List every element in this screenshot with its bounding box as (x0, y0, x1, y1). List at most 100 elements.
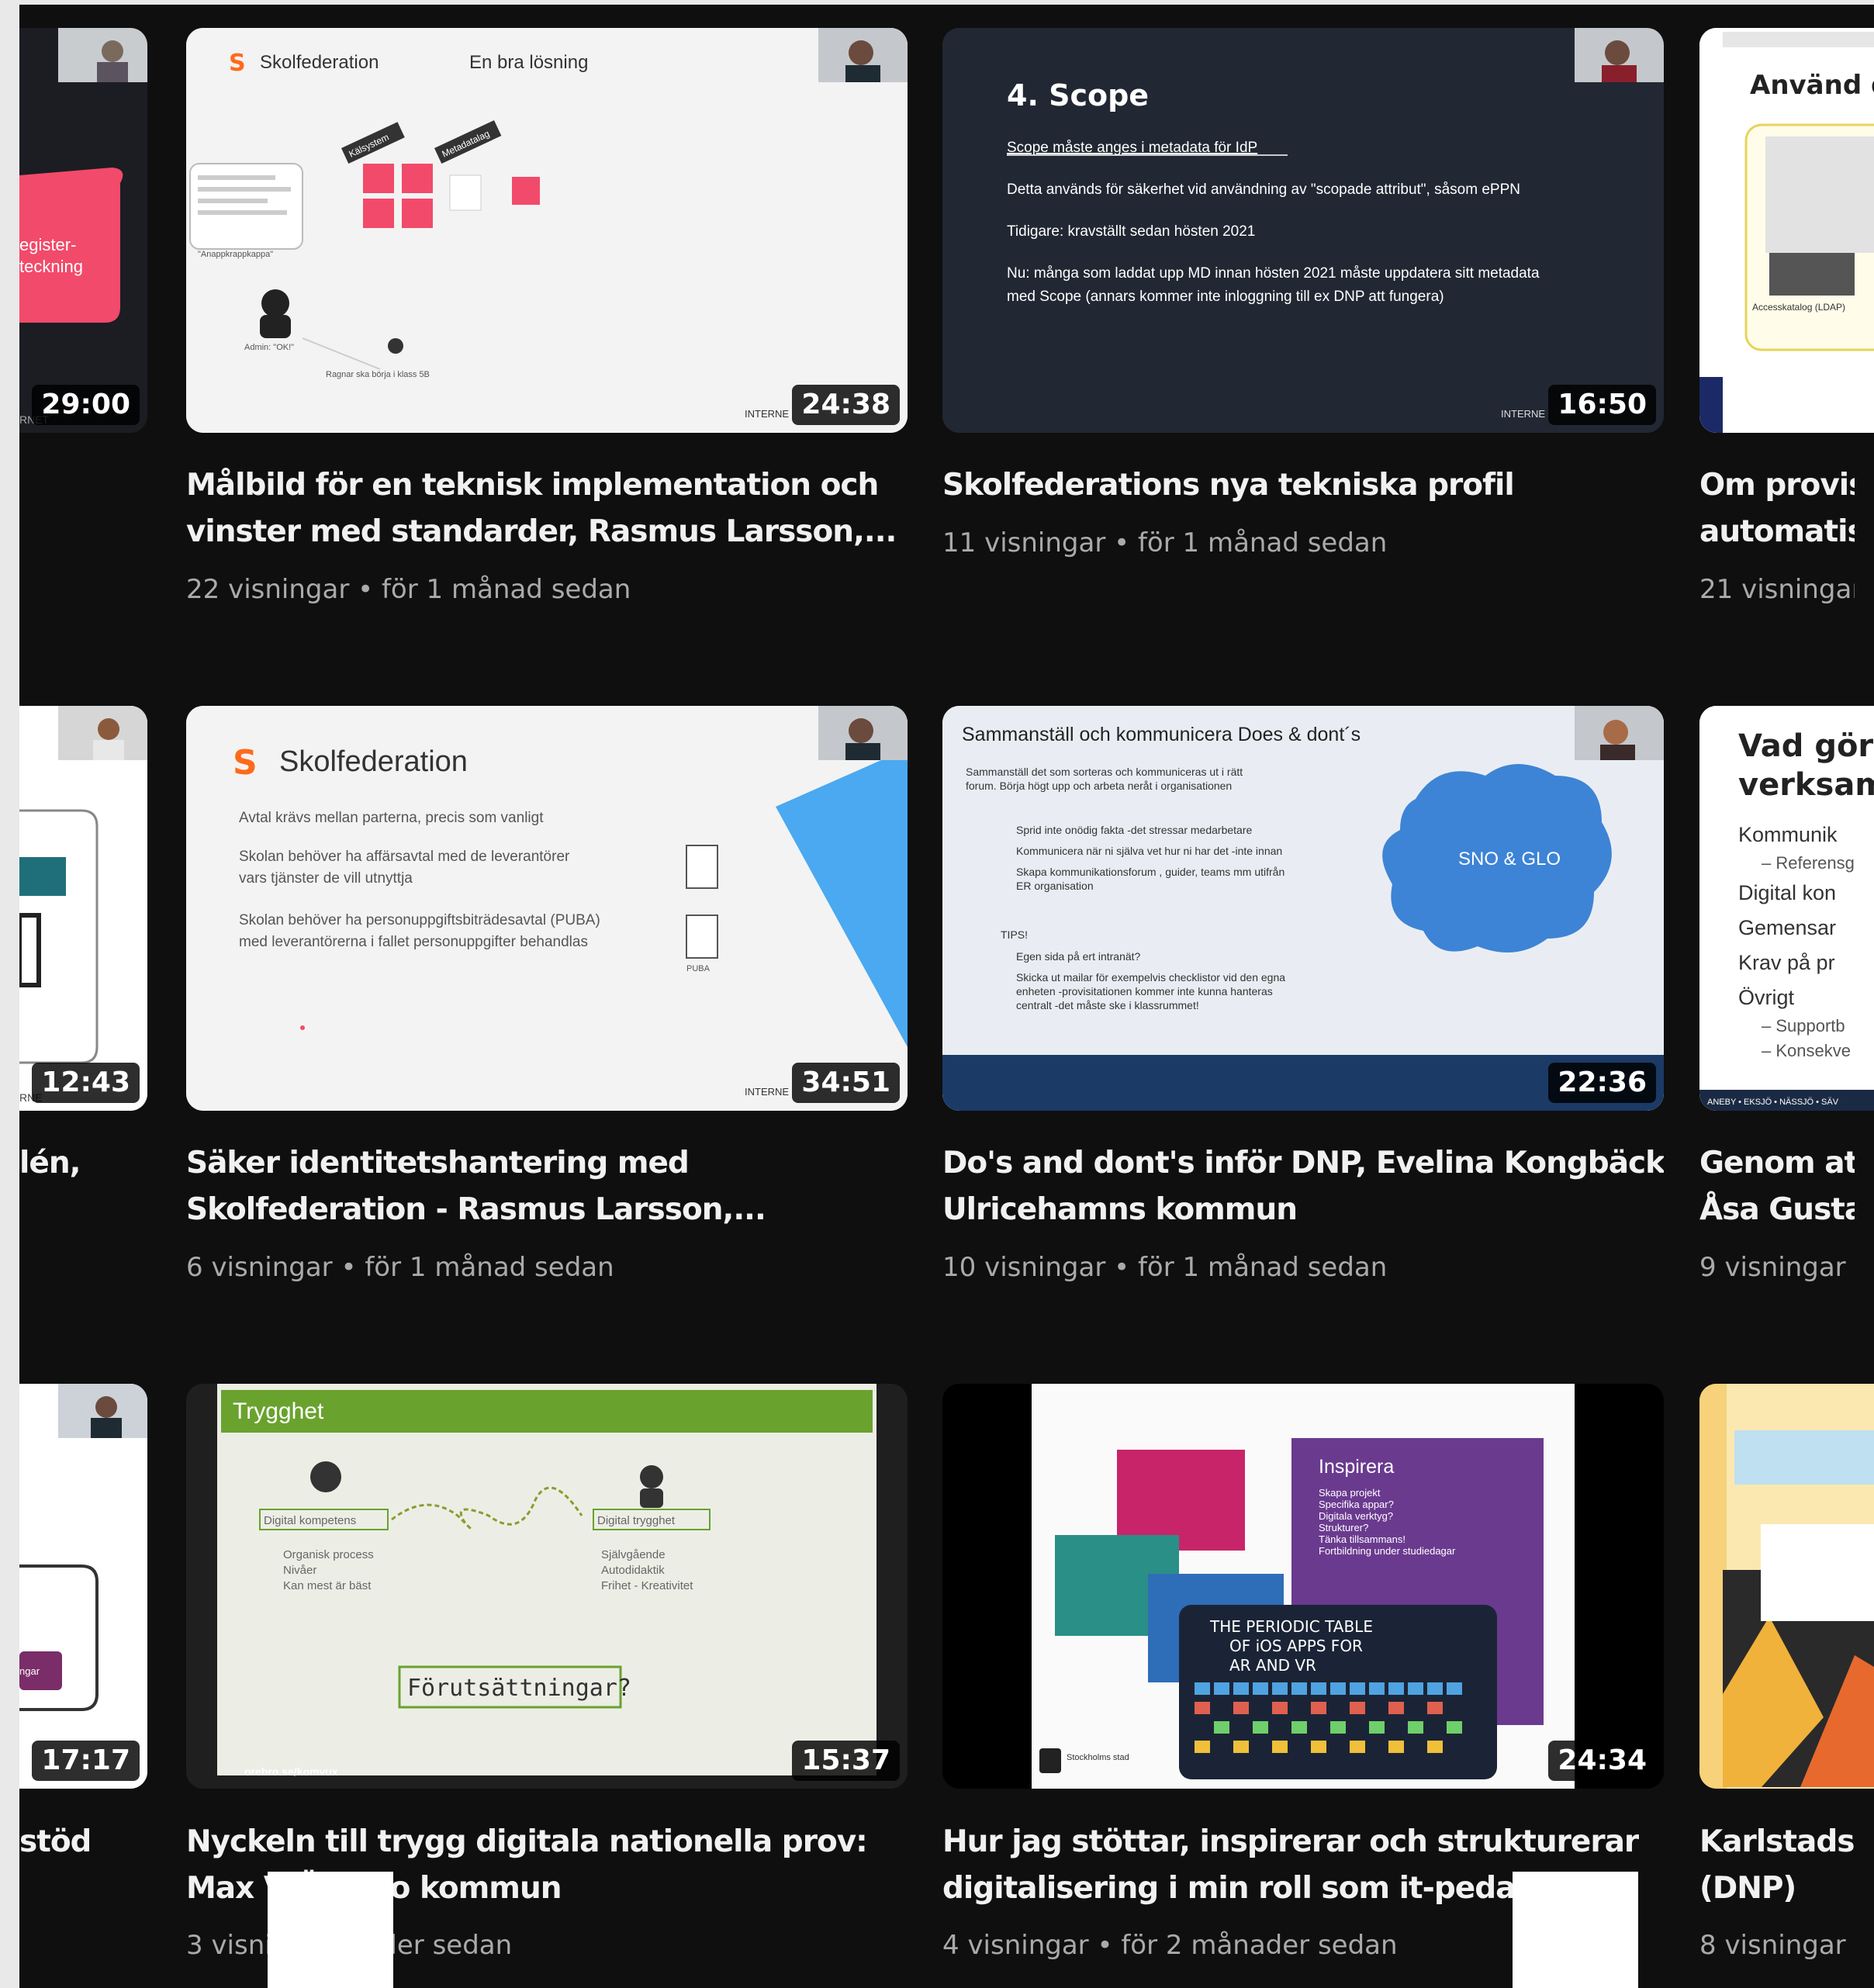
svg-text:teckning: teckning (19, 257, 83, 276)
svg-text:centralt -det måste ske i klas: centralt -det måste ske i klassrummet! (1016, 999, 1199, 1011)
video-thumbnail[interactable]: Trygghet Digital kompetens Digital trygg… (186, 1384, 908, 1789)
svg-text:Tänka tillsammans!: Tänka tillsammans! (1319, 1533, 1406, 1545)
admin-icon (261, 289, 289, 317)
video-title[interactable]: Genom att jÅsa Gustavs (1699, 1140, 1855, 1233)
video-meta: 9 visningar • f (1699, 1252, 1855, 1283)
svg-text:Admin: "OK!": Admin: "OK!" (244, 343, 294, 352)
video-title[interactable]: Do's and dont's inför DNP, Evelina Kongb… (942, 1140, 1664, 1233)
svg-text:Avtal krävs mellan parterna, p: Avtal krävs mellan parterna, precis som … (239, 810, 544, 826)
svg-text:– Konsekve: – Konsekve (1762, 1041, 1851, 1060)
video-thumbnail[interactable]: Vad gör verksam Kommunik – Referensg Dig… (1699, 706, 1874, 1111)
slide-preview: RNE (19, 706, 147, 1111)
video-thumbnail[interactable]: 4. Scope Scope måste anges i metadata fö… (942, 28, 1664, 433)
svg-text:Övrigt: Övrigt (1738, 986, 1795, 1009)
slide-preview: Inspirera Skapa projekt Specifika appar?… (942, 1384, 1664, 1789)
head-icon (310, 1461, 341, 1492)
person-icon (640, 1465, 663, 1488)
svg-text:Strukturer?: Strukturer? (1319, 1522, 1368, 1533)
video-title[interactable]: Skolfederations nya tekniska profil (942, 462, 1664, 509)
svg-text:Förutsättningar?: Förutsättningar? (407, 1675, 631, 1702)
svg-text:Kan mest är bäst: Kan mest är bäst (283, 1579, 372, 1592)
svg-text:med leverantörerna i fallet pe: med leverantörerna i fallet personuppgif… (239, 934, 588, 950)
svg-text:Accesskatalog (LDAP): Accesskatalog (LDAP) (1752, 302, 1845, 313)
skolfederation-logo-icon: S (233, 743, 258, 783)
video-thumbnail[interactable]: Sammanställ och kommunicera Does & dont´… (942, 706, 1664, 1111)
slide-preview: S Skolfederation En bra lösning "Anappkr… (186, 28, 908, 433)
svg-text:Digital kompetens: Digital kompetens (264, 1514, 356, 1527)
svg-text:Skapa projekt: Skapa projekt (1319, 1487, 1381, 1499)
duration-badge: 24:34 (1548, 1741, 1656, 1781)
document-icon (686, 914, 718, 959)
svg-text:Skolfederation: Skolfederation (260, 52, 379, 73)
svg-text:Skolan behöver ha affärsavtal: Skolan behöver ha affärsavtal med de lev… (239, 849, 570, 865)
video-title[interactable]: lén, (19, 1140, 89, 1187)
svg-text:Skolfederation: Skolfederation (279, 745, 468, 778)
video-thumbnail[interactable]: S Skolfederation Avtal krävs mellan part… (186, 706, 908, 1111)
slide-preview: 4. Scope Scope måste anges i metadata fö… (942, 28, 1664, 433)
slide-preview: Använd d Accesskatalog (LDAP) (1699, 28, 1874, 433)
redaction-mask (268, 1872, 393, 1988)
svg-text:OF iOS APPS FOR: OF iOS APPS FOR (1229, 1637, 1363, 1655)
duration-badge: 24:38 (792, 385, 900, 425)
svg-text:ngar: ngar (19, 1665, 40, 1677)
video-title[interactable]: stöd (19, 1819, 89, 1865)
svg-text:Digitala verktyg?: Digitala verktyg? (1319, 1510, 1393, 1522)
video-title[interactable]: Målbild för en teknisk implementation oc… (186, 462, 908, 555)
svg-text:Skapa kommunikationsforum , gu: Skapa kommunikationsforum , guider, team… (1016, 866, 1284, 878)
svg-text:Digital trygghet: Digital trygghet (597, 1514, 676, 1527)
duration-badge: 16:50 (1548, 385, 1656, 425)
svg-text:Trygghet: Trygghet (233, 1399, 324, 1424)
svg-text:SNO & GLO: SNO & GLO (1458, 849, 1561, 870)
scroll-edge[interactable] (0, 0, 19, 1988)
video-title[interactable]: Säker identitetshantering med Skolfederat… (186, 1140, 908, 1233)
svg-text:"Anappkrappkappa": "Anappkrappkappa" (198, 250, 273, 259)
svg-text:enheten -provisitationen komme: enheten -provisitationen kommer inte kun… (1016, 985, 1273, 997)
svg-text:Tidigare: kravställt sedan hös: Tidigare: kravställt sedan hösten 2021 (1007, 223, 1255, 240)
svg-text:Detta används för säkerhet vid: Detta används för säkerhet vid användnin… (1007, 182, 1520, 198)
video-thumbnail[interactable]: RNE 12:43 (19, 706, 147, 1111)
video-meta: 21 visningar • (1699, 574, 1855, 605)
svg-text:4. Scope: 4. Scope (1007, 78, 1149, 112)
student-icon (388, 338, 403, 354)
slide-preview: S Skolfederation Avtal krävs mellan part… (186, 706, 908, 1111)
svg-text:En bra lösning: En bra lösning (469, 52, 588, 73)
svg-text:Organisk process: Organisk process (283, 1548, 374, 1561)
video-thumbnail[interactable]: Använd d Accesskatalog (LDAP) (1699, 28, 1874, 433)
svg-text:vars tjänster de vill utnyttja: vars tjänster de vill utnyttja (239, 870, 413, 887)
svg-text:ER organisation: ER organisation (1016, 880, 1094, 892)
duration-badge: 12:43 (32, 1063, 140, 1103)
svg-text:Gemensar: Gemensar (1738, 916, 1836, 939)
video-thumbnail[interactable]: egister- teckning RNET 29:00 (19, 28, 147, 433)
svg-text:Digital kon: Digital kon (1738, 881, 1836, 904)
duration-badge: 17:17 (32, 1741, 140, 1781)
video-title[interactable]: Om provisioautomatiser (1699, 462, 1855, 555)
video-thumbnail[interactable]: ngar 17:17 (19, 1384, 147, 1789)
svg-text:Frihet - Kreativitet: Frihet - Kreativitet (601, 1579, 693, 1592)
slide-preview: egister- teckning RNET (19, 28, 147, 433)
slide-preview: Sammanställ och kommunicera Does & dont´… (942, 706, 1664, 1111)
svg-text:Sammanställ det som sorteras o: Sammanställ det som sorteras och kommuni… (966, 766, 1243, 778)
svg-text:Sammanställ och kommunicera Do: Sammanställ och kommunicera Does & dont´… (962, 724, 1361, 745)
video-meta: 11 visningar • för 1 månad sedan (942, 527, 1388, 558)
video-title[interactable]: Karlstads vä(DNP) (1699, 1819, 1855, 1912)
svg-text:Krav på pr: Krav på pr (1738, 951, 1835, 974)
svg-text:INTERNE: INTERNE (745, 408, 789, 420)
svg-text:orebro.se/komvux: orebro.se/komvux (244, 1765, 338, 1778)
duration-badge: 34:51 (792, 1063, 900, 1103)
svg-text:INTERNE: INTERNE (745, 1086, 789, 1098)
svg-text:– Supportb: – Supportb (1762, 1016, 1845, 1035)
svg-text:Använd d: Använd d (1750, 70, 1874, 101)
svg-text:Ragnar ska börja i klass 5B: Ragnar ska börja i klass 5B (326, 370, 430, 379)
svg-text:INTERNE: INTERNE (1501, 408, 1545, 420)
svg-text:egister-: egister- (19, 235, 76, 254)
svg-text:Vad gör: Vad gör (1738, 728, 1873, 764)
svg-text:ANEBY • EKSJÖ • NÄSSJÖ • SÄV: ANEBY • EKSJÖ • NÄSSJÖ • SÄV (1707, 1098, 1839, 1107)
svg-text:Kommunicera när ni själva vet: Kommunicera när ni själva vet hur ni har… (1016, 845, 1282, 857)
svg-text:Skolan behöver ha personuppgif: Skolan behöver ha personuppgiftsbiträdes… (239, 912, 600, 928)
svg-text:AR AND VR: AR AND VR (1229, 1656, 1316, 1675)
svg-text:Fortbildning under studiedagar: Fortbildning under studiedagar (1319, 1545, 1456, 1557)
video-thumbnail[interactable]: S Skolfederation En bra lösning "Anappkr… (186, 28, 908, 433)
video-meta: 10 visningar • för 1 månad sedan (942, 1252, 1388, 1283)
video-thumbnail[interactable]: Inspirera Skapa projekt Specifika appar?… (942, 1384, 1664, 1789)
city-crest-icon (1039, 1748, 1061, 1773)
